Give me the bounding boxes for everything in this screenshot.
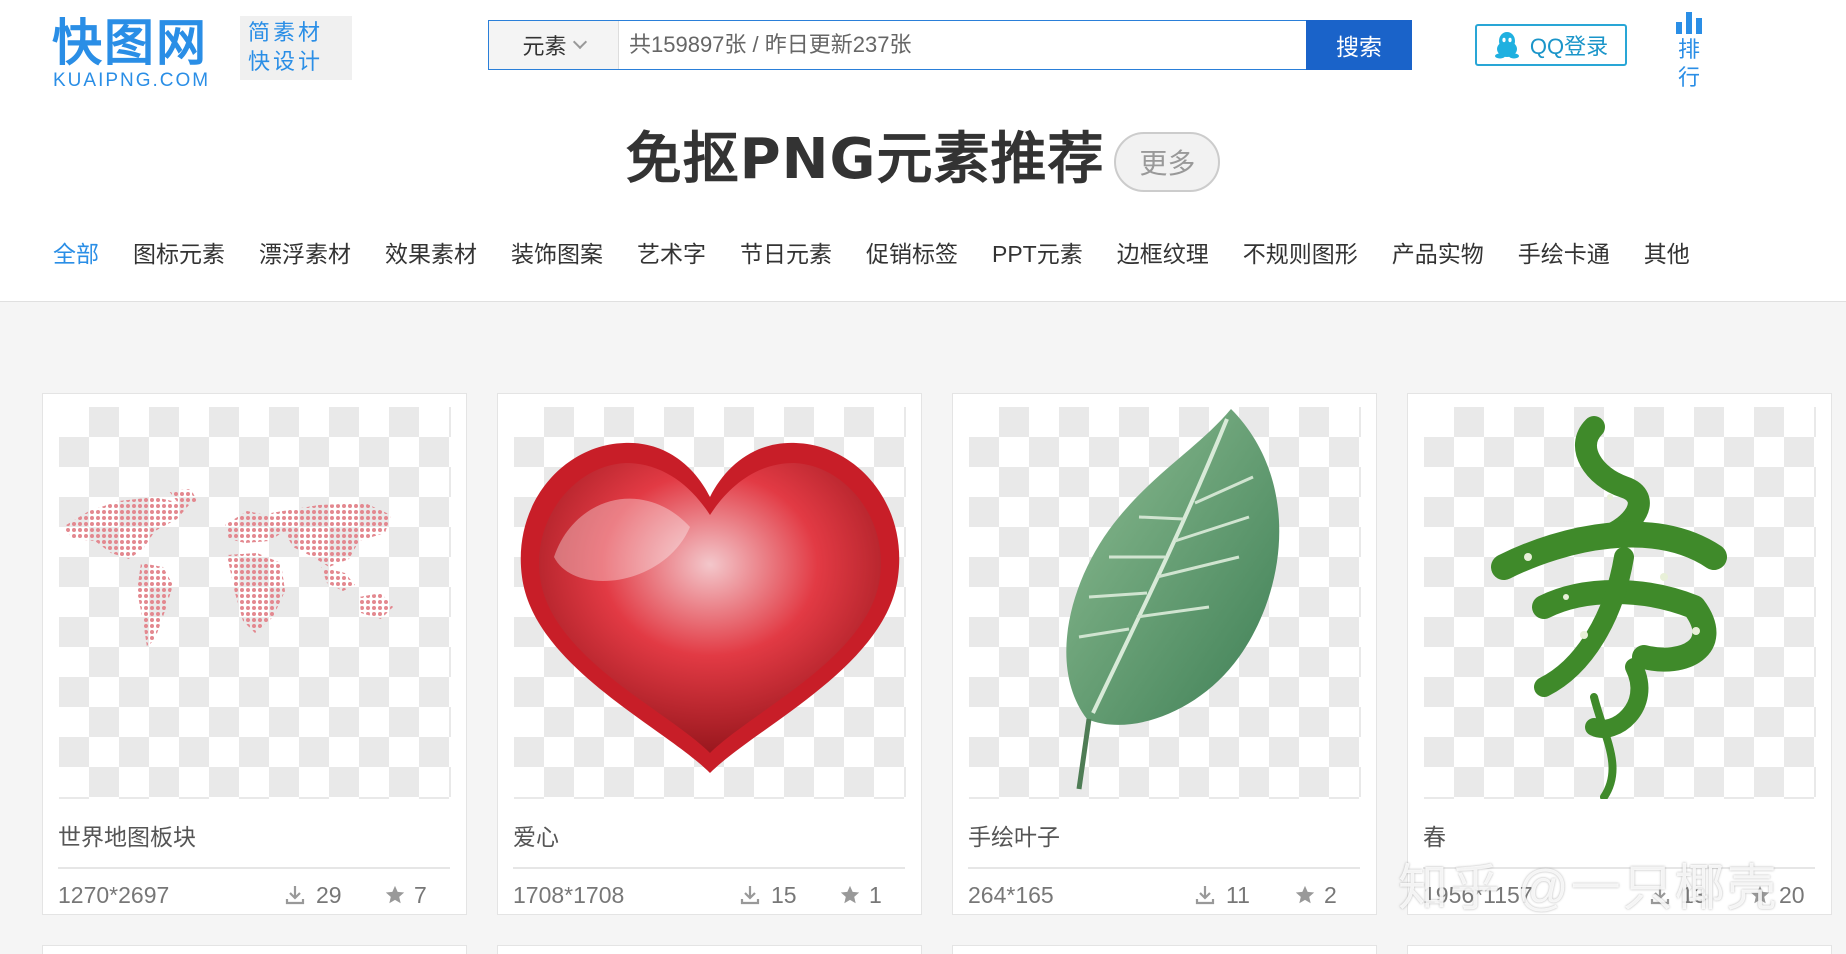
category-tabs: 全部 图标元素 漂浮素材 效果素材 装饰图案 艺术字 节日元素 促销标签 PPT元素 边框纹理 不规… [36, 232, 1707, 276]
download-count[interactable]: 15 [739, 880, 797, 910]
download-icon [285, 886, 305, 905]
next-row-card[interactable] [497, 945, 922, 954]
favorite-count[interactable]: 7 [384, 880, 427, 910]
next-row-card[interactable] [952, 945, 1377, 954]
category-tab[interactable]: 漂浮素材 [242, 232, 368, 276]
card-meta: 1270*2697 29 7 [58, 880, 450, 910]
category-tab[interactable]: 全部 [36, 232, 116, 276]
search-type-dropdown[interactable]: 元素 [489, 21, 619, 69]
download-icon [740, 886, 760, 905]
category-tab[interactable]: 边框纹理 [1100, 232, 1226, 276]
star-icon [385, 885, 405, 904]
card-divider [968, 867, 1360, 869]
favorite-count-value: 7 [414, 882, 427, 908]
section-header: 免抠PNG元素推荐 更多 [0, 120, 1846, 200]
logo-slogan-line2: 快设计 [248, 49, 324, 74]
chevron-down-icon [572, 34, 587, 50]
search-input[interactable] [629, 21, 1269, 69]
site-logo[interactable]: 快图网 KUAIPNG.COM 简素材 快设计 [52, 12, 352, 91]
png-thumbnail[interactable] [1424, 407, 1816, 799]
image-dimensions: 264*165 [968, 882, 1054, 908]
heart-image [520, 442, 900, 773]
bar-chart-icon [1676, 12, 1702, 34]
download-count[interactable]: 11 [1194, 880, 1250, 910]
card-title[interactable]: 爱心 [513, 818, 559, 852]
card-title[interactable]: 春 [1423, 818, 1446, 852]
category-tab[interactable]: 图标元素 [116, 232, 242, 276]
qq-penguin-icon [1494, 32, 1519, 59]
card-divider [513, 867, 905, 869]
download-icon [1195, 886, 1215, 905]
rank-link[interactable]: 排行 [1672, 10, 1706, 92]
rank-label: 排行 [1677, 37, 1700, 90]
next-row-card[interactable] [42, 945, 467, 954]
image-dimensions: 1708*1708 [513, 882, 625, 908]
category-tab[interactable]: 装饰图案 [494, 232, 620, 276]
png-card[interactable]: 世界地图板块 1270*2697 29 7 [42, 393, 467, 915]
category-tab[interactable]: 其他 [1627, 232, 1707, 276]
category-tab[interactable]: 艺术字 [620, 232, 723, 276]
favorite-count-value: 2 [1324, 882, 1337, 908]
png-thumbnail[interactable] [514, 407, 906, 799]
category-tab[interactable]: 节日元素 [723, 232, 849, 276]
category-tab[interactable]: 产品实物 [1375, 232, 1501, 276]
category-tab[interactable]: 手绘卡通 [1501, 232, 1627, 276]
search-bar: 元素 搜索 [488, 20, 1412, 70]
download-count-value: 15 [771, 882, 797, 908]
logo-slogan-line1: 简素材 [248, 20, 324, 45]
png-card[interactable]: 手绘叶子 264*165 11 2 [952, 393, 1377, 915]
leaf-image [1066, 409, 1280, 790]
qq-login-label: QQ登录 [1529, 34, 1609, 59]
png-thumbnail[interactable] [969, 407, 1361, 799]
section-title: 免抠PNG元素推荐 [625, 127, 1105, 192]
favorite-count-value: 20 [1779, 882, 1805, 908]
download-count-value: 11 [1226, 882, 1250, 908]
search-type-label: 元素 [522, 34, 567, 59]
qq-login-button[interactable]: QQ登录 [1475, 24, 1627, 66]
logo-domain: KUAIPNG.COM [53, 70, 211, 91]
png-card[interactable]: 爱心 1708*1708 15 1 [497, 393, 922, 915]
card-title[interactable]: 世界地图板块 [58, 818, 196, 852]
card-title[interactable]: 手绘叶子 [968, 818, 1060, 852]
search-button[interactable]: 搜索 [1306, 20, 1412, 70]
next-row-card[interactable] [1407, 945, 1832, 954]
favorite-count-value: 1 [869, 882, 882, 908]
logo-wordmark: 快图网 [52, 14, 208, 72]
more-button[interactable]: 更多 [1114, 132, 1221, 192]
category-tab[interactable]: 效果素材 [368, 232, 494, 276]
zhihu-watermark: 知乎 @一只椰壳 [1398, 860, 1779, 916]
logo-slogan: 简素材 快设计 [240, 16, 352, 80]
category-tab[interactable]: 促销标签 [849, 232, 975, 276]
png-thumbnail[interactable] [59, 407, 451, 799]
favorite-count[interactable]: 1 [839, 880, 882, 910]
card-divider [58, 867, 450, 869]
favorite-count[interactable]: 2 [1294, 880, 1337, 910]
png-card[interactable]: 春 1956*1157 13 20 [1407, 393, 1832, 915]
card-meta: 1708*1708 15 1 [513, 880, 905, 910]
download-count[interactable]: 29 [284, 880, 342, 910]
spring-calligraphy-image [1491, 416, 1727, 799]
download-count-value: 29 [316, 882, 342, 908]
image-dimensions: 1270*2697 [58, 882, 170, 908]
category-tab[interactable]: PPT元素 [975, 232, 1100, 276]
star-icon [840, 885, 860, 904]
world-map-image [63, 489, 393, 647]
category-tab[interactable]: 不规则图形 [1226, 232, 1375, 276]
star-icon [1295, 885, 1315, 904]
site-header: 快图网 KUAIPNG.COM 简素材 快设计 元素 搜索 QQ登录 [0, 0, 1846, 302]
card-meta: 264*165 11 2 [968, 880, 1360, 910]
